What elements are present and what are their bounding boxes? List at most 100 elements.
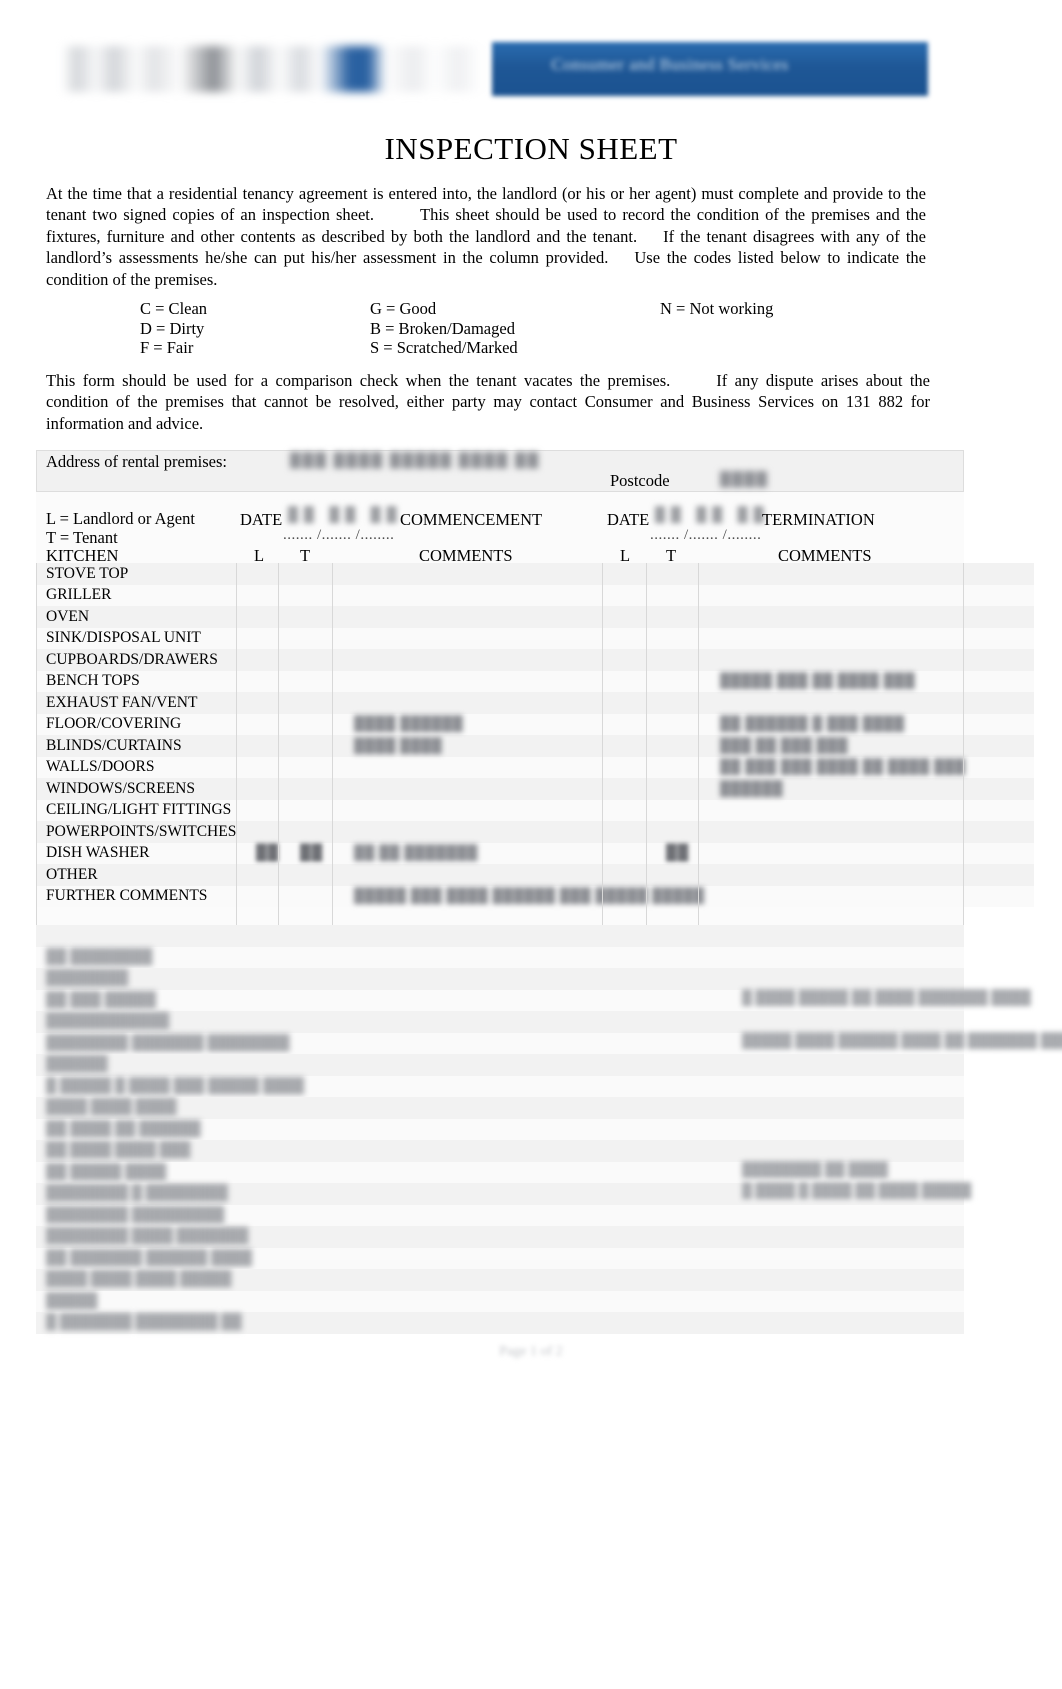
cell-comments1-11[interactable] [344,799,612,821]
cell-l1-11[interactable] [246,799,290,821]
cell-l2-10[interactable] [612,778,656,800]
cell-t1-9[interactable] [290,756,344,778]
cell-t2-11[interactable] [656,799,710,821]
cell-comments2-6[interactable] [710,692,1034,714]
lower-row-note-12[interactable]: █ ████ █ ████ ██ ████ █████ [742,1184,971,1200]
cell-t2-3[interactable] [656,627,710,649]
cell-comments1-7[interactable]: ████ ██████ [344,713,612,735]
cell-l2-8[interactable] [612,735,656,757]
cell-l1-14[interactable] [246,864,290,886]
cell-l2-6[interactable] [612,692,656,714]
cell-comments1-1[interactable] [344,584,612,606]
cell-l2-12[interactable] [612,821,656,843]
cell-comments1-14[interactable] [344,864,612,886]
cell-comments1-12[interactable] [344,821,612,843]
termination-date-field[interactable]: ....... /....... /........ [650,527,761,544]
cell-t1-15[interactable] [290,885,344,907]
cell-l1-12[interactable] [246,821,290,843]
cell-l1-6[interactable] [246,692,290,714]
cell-l1-1[interactable] [246,584,290,606]
lower-row-note-3[interactable]: █ ████ █████ ██ ████ ███████ ████ [742,991,1031,1007]
cell-t2-12[interactable] [656,821,710,843]
cell-t1-3[interactable] [290,627,344,649]
cell-t1-12[interactable] [290,821,344,843]
cell-t1-8[interactable] [290,735,344,757]
cell-l1-3[interactable] [246,627,290,649]
cell-l2-5[interactable] [612,670,656,692]
cell-comments1-10[interactable] [344,778,612,800]
cell-l1-9[interactable] [246,756,290,778]
cell-l2-4[interactable] [612,649,656,671]
cell-t1-1[interactable] [290,584,344,606]
cell-comments2-10[interactable]: ██████ [710,778,1034,800]
cell-comments2-14[interactable] [710,864,1034,886]
cell-t1-13[interactable]: ██ [290,842,344,864]
cell-t1-11[interactable] [290,799,344,821]
cell-l1-8[interactable] [246,735,290,757]
cell-comments2-9[interactable]: ██ ███ ███ ████ ██ ████ ███ [710,756,1034,778]
cell-comments1-9[interactable] [344,756,612,778]
cell-comments1-5[interactable] [344,670,612,692]
cell-t2-6[interactable] [656,692,710,714]
cell-comments2-3[interactable] [710,627,1034,649]
cell-comments2-2[interactable] [710,606,1034,628]
cell-t1-14[interactable] [290,864,344,886]
cell-comments2-1[interactable] [710,584,1034,606]
cell-t1-10[interactable] [290,778,344,800]
cell-comments2-4[interactable] [710,649,1034,671]
cell-t1-7[interactable] [290,713,344,735]
cell-t2-4[interactable] [656,649,710,671]
cell-comments2-13[interactable] [710,842,1034,864]
cell-t1-0[interactable] [290,563,344,585]
commencement-date-field[interactable]: ....... /....... /........ [283,527,394,544]
cell-comments1-6[interactable] [344,692,612,714]
cell-l2-1[interactable] [612,584,656,606]
cell-comments1-13[interactable]: ██ ██ ███████ [344,842,612,864]
cell-l2-2[interactable] [612,606,656,628]
cell-t2-13[interactable]: ██ [656,842,710,864]
lower-row-note-5[interactable]: █████ ████ ██████ ████ ██ ███████ ████ [742,1034,1062,1050]
cell-l1-4[interactable] [246,649,290,671]
cell-comments2-8[interactable]: ███ ██ ███ ███ [710,735,1034,757]
cell-comments2-12[interactable] [710,821,1034,843]
cell-comments1-4[interactable] [344,649,612,671]
cell-comments1-8[interactable]: ████ ████ [344,735,612,757]
cell-l2-13[interactable] [612,842,656,864]
cell-l1-10[interactable] [246,778,290,800]
cell-comments1-15[interactable]: █████ ███ ████ ██████ ███ █████ █████ [344,885,704,907]
cell-l2-3[interactable] [612,627,656,649]
cell-comments2-5[interactable]: █████ ███ ██ ████ ███ [710,670,1034,692]
cell-t2-10[interactable] [656,778,710,800]
cell-t1-2[interactable] [290,606,344,628]
cell-l1-0[interactable] [246,563,290,585]
cell-l1-15[interactable] [246,885,290,907]
cell-comments1-0[interactable] [344,563,612,585]
postcode-field[interactable]: ████ [720,471,800,491]
cell-l1-2[interactable] [246,606,290,628]
cell-comments2-0[interactable] [710,563,1034,585]
cell-t1-4[interactable] [290,649,344,671]
cell-t2-2[interactable] [656,606,710,628]
cell-l1-13[interactable]: ██ [246,842,290,864]
cell-comments2-7[interactable]: ██ ██████ █ ███ ████ [710,713,1034,735]
cell-t1-6[interactable] [290,692,344,714]
cell-comments1-2[interactable] [344,606,612,628]
cell-t2-14[interactable] [656,864,710,886]
cell-comments1-3[interactable] [344,627,612,649]
cell-l1-5[interactable] [246,670,290,692]
cell-t2-0[interactable] [656,563,710,585]
cell-l2-9[interactable] [612,756,656,778]
cell-t2-8[interactable] [656,735,710,757]
lower-row-note-11[interactable]: ████████ ██ ████ [742,1163,888,1179]
cell-t2-5[interactable] [656,670,710,692]
cell-l2-7[interactable] [612,713,656,735]
cell-t1-5[interactable] [290,670,344,692]
cell-t2-7[interactable] [656,713,710,735]
cell-l2-0[interactable] [612,563,656,585]
cell-comments2-15[interactable] [710,885,1034,907]
cell-l2-14[interactable] [612,864,656,886]
cell-t2-1[interactable] [656,584,710,606]
cell-l2-11[interactable] [612,799,656,821]
cell-l1-7[interactable] [246,713,290,735]
cell-t2-9[interactable] [656,756,710,778]
